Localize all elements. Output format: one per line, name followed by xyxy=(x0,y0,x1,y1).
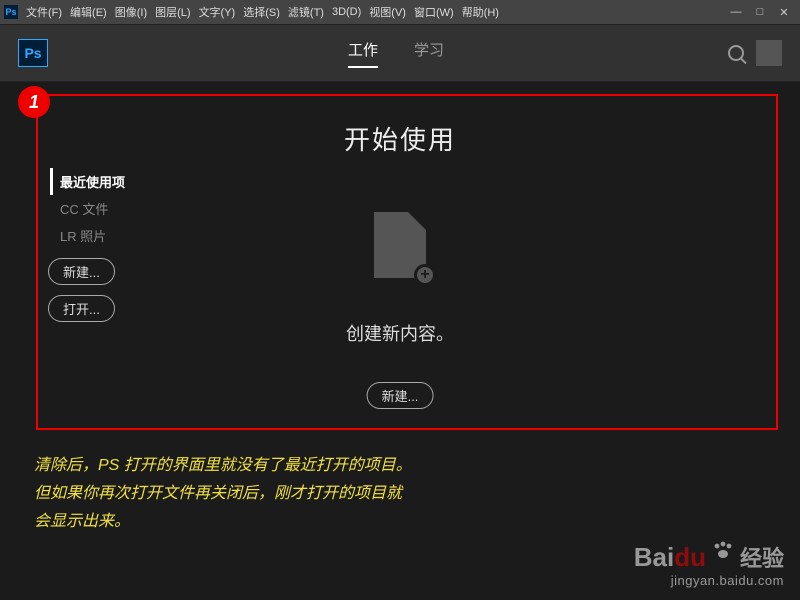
tab-learn[interactable]: 学习 xyxy=(414,39,444,68)
new-document-icon: + xyxy=(374,212,426,278)
watermark-brand: Baidu xyxy=(634,542,706,573)
watermark-jy: 经验 xyxy=(740,541,784,573)
app-logo: Ps xyxy=(18,39,48,67)
tab-work[interactable]: 工作 xyxy=(348,39,378,68)
start-title: 开始使用 xyxy=(0,120,800,157)
create-new-label: 创建新内容。 xyxy=(0,320,800,346)
watermark-url: jingyan.baidu.com xyxy=(634,573,784,588)
sidebar-item-lr[interactable]: LR 照片 xyxy=(50,222,125,249)
center-new-button[interactable]: 新建... xyxy=(367,382,434,409)
paw-icon xyxy=(712,540,734,565)
menu-filter[interactable]: 滤镜(T) xyxy=(288,4,324,20)
app-icon-mini: Ps xyxy=(4,5,18,19)
start-sidebar: 最近使用项 CC 文件 LR 照片 xyxy=(50,168,125,249)
caption-line-1: 清除后，PS 打开的界面里就没有了最近打开的项目。 xyxy=(34,452,412,480)
annotation-badge: 1 xyxy=(18,86,50,118)
menu-image[interactable]: 图像(I) xyxy=(115,4,147,20)
menu-layer[interactable]: 图层(L) xyxy=(155,4,190,20)
menubar: Ps 文件(F) 编辑(E) 图像(I) 图层(L) 文字(Y) 选择(S) 滤… xyxy=(0,0,800,24)
menu-file[interactable]: 文件(F) xyxy=(26,4,62,20)
menu-select[interactable]: 选择(S) xyxy=(243,4,280,20)
watermark: Baidu 经验 jingyan.baidu.com xyxy=(634,541,784,588)
menu-help[interactable]: 帮助(H) xyxy=(462,4,499,20)
sidebar-new-button[interactable]: 新建... xyxy=(48,258,115,285)
plus-icon: + xyxy=(414,264,436,286)
menu-window[interactable]: 窗口(W) xyxy=(414,4,454,20)
sidebar-item-cc[interactable]: CC 文件 xyxy=(50,195,125,222)
caption-line-3: 会显示出来。 xyxy=(34,508,412,536)
sidebar-open-button[interactable]: 打开... xyxy=(48,295,115,322)
user-box[interactable] xyxy=(756,40,782,66)
menu-type[interactable]: 文字(Y) xyxy=(199,4,236,20)
workspace: 1 开始使用 最近使用项 CC 文件 LR 照片 新建... 打开... + 创… xyxy=(0,82,800,600)
search-icon[interactable] xyxy=(728,45,744,61)
caption-text: 清除后，PS 打开的界面里就没有了最近打开的项目。 但如果你再次打开文件再关闭后… xyxy=(34,452,412,536)
caption-line-2: 但如果你再次打开文件再关闭后，刚才打开的项目就 xyxy=(34,480,412,508)
window-close[interactable]: ✕ xyxy=(772,6,796,19)
window-maximize[interactable]: □ xyxy=(748,6,772,18)
menu-edit[interactable]: 编辑(E) xyxy=(70,4,107,20)
tabs: 工作 学习 xyxy=(348,39,444,68)
menu-3d[interactable]: 3D(D) xyxy=(332,6,361,18)
menu-view[interactable]: 视图(V) xyxy=(369,4,406,20)
header: Ps 工作 学习 xyxy=(0,24,800,82)
window-minimize[interactable]: — xyxy=(724,6,748,18)
sidebar-item-recent[interactable]: 最近使用项 xyxy=(50,168,125,195)
